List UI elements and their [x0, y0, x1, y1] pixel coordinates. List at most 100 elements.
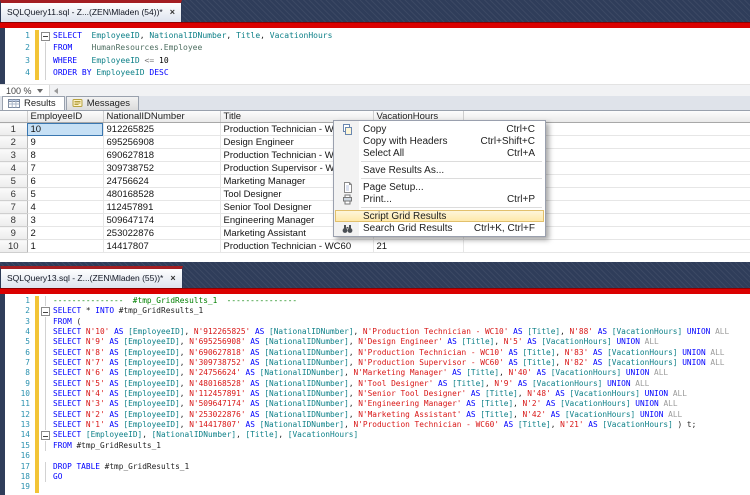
grid-cell[interactable]: 24756624	[103, 175, 220, 188]
collapse-minus-icon[interactable]	[41, 307, 50, 316]
code-line[interactable]: 3WHERE EmployeeID <= 10	[5, 55, 750, 67]
grid-cell[interactable]: 253022876	[103, 227, 220, 240]
grid-cell[interactable]: 1	[27, 240, 103, 253]
grid-cell[interactable]: 695256908	[103, 136, 220, 149]
grid-row-header[interactable]: 4	[0, 162, 27, 175]
grid-cell[interactable]: 5	[27, 188, 103, 201]
grid-cell[interactable]: 480168528	[103, 188, 220, 201]
fold-region	[39, 430, 53, 440]
grid-row-header[interactable]: 2	[0, 136, 27, 149]
code-line[interactable]: 10SELECT N'4' AS [EmployeeID], N'1124578…	[5, 389, 750, 399]
fold-guide	[39, 358, 53, 368]
grid-cell[interactable]: 14417807	[103, 240, 220, 253]
menu-item-label: Select All	[359, 148, 507, 159]
code-line[interactable]: 2SELECT * INTO #tmp_GridResults_1	[5, 306, 750, 316]
code-line[interactable]: 8SELECT N'6' AS [EmployeeID], N'24756624…	[5, 368, 750, 378]
code-line[interactable]: 11SELECT N'3' AS [EmployeeID], N'5096471…	[5, 399, 750, 409]
grid-cell[interactable]: 8	[27, 149, 103, 162]
code-line[interactable]: 15FROM #tmp_GridResults_1	[5, 441, 750, 451]
grid-cell[interactable]: 309738752	[103, 162, 220, 175]
code-line[interactable]: 18GO	[5, 472, 750, 482]
close-icon[interactable]: ×	[170, 7, 175, 17]
menu-separator	[361, 161, 542, 162]
line-number: 2	[5, 306, 35, 316]
code-text: --------------- #tmp_GridResults_1 -----…	[53, 296, 750, 306]
grid-row-header[interactable]: 5	[0, 175, 27, 188]
code-line[interactable]: 17DROP TABLE #tmp_GridResults_1	[5, 462, 750, 472]
grid-column-header[interactable]: EmployeeID	[27, 111, 103, 123]
grid-row-header[interactable]: 7	[0, 201, 27, 214]
code-line[interactable]: 7SELECT N'7' AS [EmployeeID], N'30973875…	[5, 358, 750, 368]
code-line[interactable]: 3FROM (	[5, 317, 750, 327]
grid-row-header[interactable]: 3	[0, 149, 27, 162]
horizontal-scrollbar[interactable]	[50, 85, 750, 96]
grid-cell[interactable]: 112457891	[103, 201, 220, 214]
menu-item-script-grid-results[interactable]: Script Grid Results	[335, 210, 544, 222]
grid-cell-selected[interactable]: 10	[27, 123, 103, 136]
code-line[interactable]: 2FROM HumanResources.Employee	[5, 42, 750, 54]
line-number: 14	[5, 430, 35, 440]
menu-item-copy-with-headers[interactable]: Copy with HeadersCtrl+Shift+C	[335, 135, 544, 147]
menu-item-page-setup[interactable]: Page Setup...	[335, 181, 544, 193]
tab-messages[interactable]: Messages	[66, 96, 139, 110]
grid-row-header[interactable]: 1	[0, 123, 27, 136]
tab-sqlquery13[interactable]: SQLQuery13.sql - Z...(ZEN\Mladen (55))* …	[0, 266, 183, 288]
code-line[interactable]: 16	[5, 451, 750, 461]
line-number: 16	[5, 451, 35, 461]
code-line[interactable]: 6SELECT N'8' AS [EmployeeID], N'69062781…	[5, 348, 750, 358]
code-line[interactable]: 12SELECT N'2' AS [EmployeeID], N'2530228…	[5, 410, 750, 420]
code-line[interactable]: 9SELECT N'5' AS [EmployeeID], N'48016852…	[5, 379, 750, 389]
tab-sqlquery11[interactable]: SQLQuery11.sql - Z...(ZEN\Mladen (54))* …	[0, 0, 182, 22]
menu-item-print[interactable]: Print...Ctrl+P	[335, 193, 544, 205]
code-line[interactable]: 13SELECT N'1' AS [EmployeeID], N'1441780…	[5, 420, 750, 430]
grid-cell[interactable]: Production Technician - WC60	[220, 240, 373, 253]
editor-status-row: 100 %	[0, 84, 750, 96]
grid-column-header[interactable]: NationalIDNumber	[103, 111, 220, 123]
fold-region	[39, 306, 53, 316]
grid-cell[interactable]: 2	[27, 227, 103, 240]
grid-cell[interactable]: 9	[27, 136, 103, 149]
code-line[interactable]: 14SELECT [EmployeeID], [NationalIDNumber…	[5, 430, 750, 440]
code-line[interactable]: 5SELECT N'9' AS [EmployeeID], N'69525690…	[5, 337, 750, 347]
code-line[interactable]: 4SELECT N'10' AS [EmployeeID], N'9122658…	[5, 327, 750, 337]
code-line[interactable]: 19	[5, 482, 750, 492]
scroll-left-icon[interactable]	[50, 85, 62, 96]
grid-row-header[interactable]: 9	[0, 227, 27, 240]
collapse-minus-icon[interactable]	[41, 32, 50, 41]
grid-row-header[interactable]: 8	[0, 214, 27, 227]
menu-item-copy[interactable]: CopyCtrl+C	[335, 123, 544, 135]
code-line[interactable]: 1SELECT EmployeeID, NationalIDNumber, Ti…	[5, 30, 750, 42]
grid-row-header[interactable]: 6	[0, 188, 27, 201]
close-icon[interactable]: ×	[170, 273, 175, 283]
code-text	[53, 482, 750, 492]
code-text: SELECT N'5' AS [EmployeeID], N'480168528…	[53, 379, 750, 389]
grid-cell[interactable]: 509647174	[103, 214, 220, 227]
menu-item-label: Print...	[359, 194, 507, 205]
menu-item-label: Script Grid Results	[359, 211, 535, 222]
grid-cell[interactable]: 690627818	[103, 149, 220, 162]
menu-item-save-results-as[interactable]: Save Results As...	[335, 164, 544, 176]
grid-cell[interactable]: 21	[373, 240, 463, 253]
grid-cell[interactable]: 6	[27, 175, 103, 188]
menu-item-select-all[interactable]: Select AllCtrl+A	[335, 147, 544, 159]
code-line[interactable]: 1--------------- #tmp_GridResults_1 ----…	[5, 296, 750, 306]
copy-icon	[335, 124, 359, 135]
sql-editor-2[interactable]: 1--------------- #tmp_GridResults_1 ----…	[0, 294, 750, 495]
menu-item-search-grid-results[interactable]: Search Grid ResultsCtrl+K, Ctrl+F	[335, 222, 544, 234]
grid-cell[interactable]: 3	[27, 214, 103, 227]
grid-cell[interactable]: 7	[27, 162, 103, 175]
grid-cell[interactable]: 912265825	[103, 123, 220, 136]
collapse-minus-icon[interactable]	[41, 431, 50, 440]
sql-editor-1[interactable]: 1SELECT EmployeeID, NationalIDNumber, Ti…	[0, 28, 750, 84]
menu-item-label: Save Results As...	[359, 165, 535, 176]
scrollbar-track[interactable]	[62, 85, 750, 96]
grid-corner[interactable]	[0, 111, 27, 123]
tab-results[interactable]: Results	[2, 96, 65, 110]
line-number: 15	[5, 441, 35, 451]
tab-title: SQLQuery13.sql - Z...(ZEN\Mladen (55))*	[7, 273, 163, 283]
grid-row-header[interactable]: 10	[0, 240, 27, 253]
grid-cell[interactable]: 4	[27, 201, 103, 214]
code-line[interactable]: 4ORDER BY EmployeeID DESC	[5, 67, 750, 79]
zoom-selector[interactable]: 100 %	[0, 85, 50, 96]
code-text: DROP TABLE #tmp_GridResults_1	[53, 462, 750, 472]
